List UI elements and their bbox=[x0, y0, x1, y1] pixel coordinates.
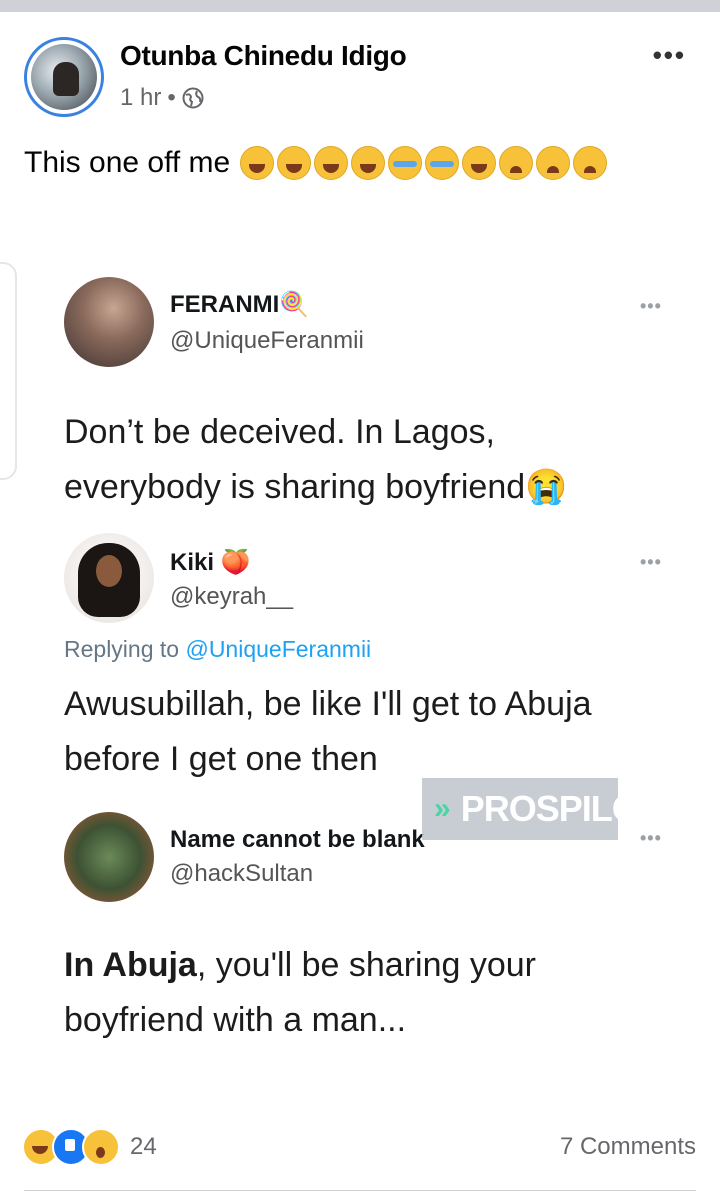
prospilo-watermark: » PROSPILO bbox=[422, 778, 640, 840]
replying-to-line: Replying to @UniqueFeranmii bbox=[64, 636, 371, 663]
tweet1-name: FERANMI🍭 bbox=[170, 291, 310, 318]
laughing-emoji-icon bbox=[351, 146, 386, 180]
weary-emoji-icon bbox=[499, 146, 534, 180]
replying-prefix: Replying to bbox=[64, 636, 186, 662]
weary-emoji-icon bbox=[573, 146, 608, 180]
tweet3-line1: In Abuja, you'll be sharing your bbox=[64, 938, 536, 993]
tweet3-handle: @hackSultan bbox=[170, 860, 314, 887]
globe-icon bbox=[182, 87, 204, 109]
tweet2-line1: Awusubillah, be like I'll get to Abuja bbox=[64, 685, 592, 723]
tweet1-more-icon: ••• bbox=[640, 296, 662, 316]
tweet2-more-icon: ••• bbox=[640, 552, 662, 572]
tweet1-text: Don’t be deceived. In Lagos, everybody i… bbox=[64, 405, 567, 515]
author-avatar[interactable] bbox=[24, 37, 104, 117]
post-meta: 1 hr • bbox=[120, 84, 204, 112]
footer-divider bbox=[24, 1190, 696, 1191]
tweet3-name: Name cannot be blank bbox=[170, 826, 425, 853]
tweet1-line1: Don’t be deceived. In Lagos, bbox=[64, 413, 495, 451]
tweet3-line1-rest: , you'll be sharing your bbox=[196, 946, 536, 984]
tweet2-handle: @keyrah__ bbox=[170, 583, 294, 610]
reaction-count: 24 bbox=[130, 1133, 157, 1160]
post-more-options-icon[interactable]: ••• bbox=[653, 40, 686, 71]
tweet3-avatar bbox=[64, 812, 154, 902]
avatar-photo bbox=[31, 44, 97, 110]
tweet3-more-icon: ••• bbox=[640, 828, 662, 848]
watermark-arrows-icon: » bbox=[434, 792, 451, 825]
wow-reaction-icon bbox=[82, 1128, 120, 1166]
reactions-summary[interactable]: 24 bbox=[22, 1128, 157, 1166]
comments-link[interactable]: 7 Comments bbox=[560, 1133, 696, 1161]
top-divider bbox=[0, 0, 720, 12]
replying-mention-link: @UniqueFeranmii bbox=[185, 636, 372, 662]
tweet1-handle: @UniqueFeranmii bbox=[170, 327, 364, 354]
post-caption-text: This one off me bbox=[24, 146, 231, 179]
weary-emoji-icon bbox=[536, 146, 571, 180]
crying-emoji-icon bbox=[425, 146, 460, 180]
post-time[interactable]: 1 hr bbox=[120, 84, 161, 112]
meta-separator: • bbox=[167, 84, 176, 111]
tweet2-text: Awusubillah, be like I'll get to Abuja b… bbox=[64, 677, 592, 787]
caption-emojis bbox=[240, 146, 610, 180]
tweet3-line2: boyfriend with a man... bbox=[64, 1001, 407, 1039]
tweet3-text: In Abuja, you'll be sharing your boyfrie… bbox=[64, 938, 536, 1048]
crying-emoji-icon bbox=[388, 146, 423, 180]
tweet3-bold: In Abuja bbox=[64, 946, 197, 984]
laughing-emoji-icon bbox=[314, 146, 349, 180]
tweet2-avatar bbox=[64, 533, 154, 623]
tweet1-avatar bbox=[64, 277, 154, 367]
tweet1-line2: everybody is sharing boyfriend😭 bbox=[64, 468, 568, 506]
author-name[interactable]: Otunba Chinedu Idigo bbox=[120, 40, 407, 72]
tweet2-name: Kiki 🍑 bbox=[170, 549, 251, 576]
watermark-text: PROSPILO bbox=[460, 788, 640, 829]
previous-card-edge bbox=[0, 262, 17, 480]
laughing-emoji-icon bbox=[277, 146, 312, 180]
post-caption: This one off me bbox=[24, 146, 610, 180]
laughing-emoji-icon bbox=[240, 146, 275, 180]
laughing-emoji-icon bbox=[462, 146, 497, 180]
